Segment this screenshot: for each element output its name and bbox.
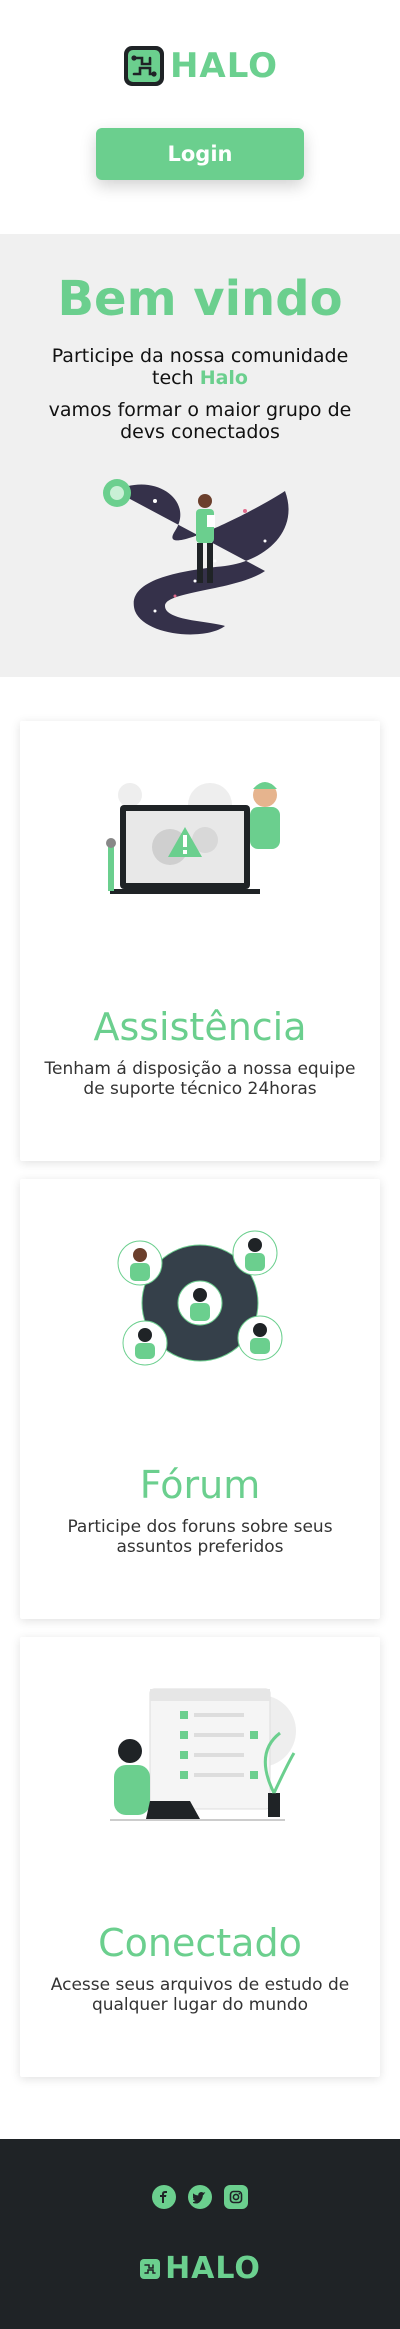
footer-logo[interactable]: HALO [139, 2251, 261, 2286]
hero-line-3: vamos formar o maior grupo de [48, 399, 352, 422]
feature-card-assistencia: Assistência Tenham á disposição a nossa … [20, 721, 380, 1161]
site-logo[interactable]: HALO [122, 44, 278, 88]
site-footer: HALO [0, 2139, 400, 2329]
hero-section: Bem vindo Participe da nossa comunidade … [0, 234, 400, 677]
connected-files-illustration [110, 1688, 296, 1821]
facebook-icon[interactable] [152, 2185, 176, 2209]
hero-line-2: tech Halo [152, 367, 248, 389]
space-road-illustration [103, 479, 289, 635]
card-text: Participe dos foruns sobre seus assuntos… [67, 1517, 333, 1557]
social-links [152, 2185, 248, 2209]
card-title: Conectado [98, 1921, 302, 1965]
instagram-icon[interactable] [224, 2185, 248, 2209]
logo-text: HALO [169, 46, 279, 86]
card-text: Tenham á disposição a nossa equipe de su… [44, 1059, 356, 1099]
halo-logo-icon [140, 2258, 161, 2279]
card-text: Acesse seus arquivos de estudo de qualqu… [50, 1975, 350, 2015]
site-header: HALO Login [0, 0, 400, 234]
hero-line-1: Participe da nossa comunidade [51, 345, 349, 368]
hero-line-2-prefix: tech [152, 367, 194, 390]
card-title: Fórum [139, 1463, 261, 1507]
card-title: Assistência [93, 1005, 307, 1049]
hero-title: Bem vindo [57, 271, 343, 327]
feature-card-forum: Fórum Participe dos foruns sobre seus as… [20, 1179, 380, 1619]
features-section: Assistência Tenham á disposição a nossa … [0, 677, 400, 2139]
hero-line-4: devs conectados [120, 421, 280, 444]
login-button[interactable]: Login [96, 128, 304, 180]
footer-logo-text: HALO [165, 2251, 261, 2286]
forum-community-illustration [117, 1230, 283, 1366]
halo-logo-icon [123, 46, 164, 86]
support-technician-illustration [106, 782, 280, 894]
feature-card-conectado: Conectado Acesse seus arquivos de estudo… [20, 1637, 380, 2077]
hero-brand-highlight: Halo [199, 367, 248, 390]
twitter-icon[interactable] [188, 2185, 212, 2209]
